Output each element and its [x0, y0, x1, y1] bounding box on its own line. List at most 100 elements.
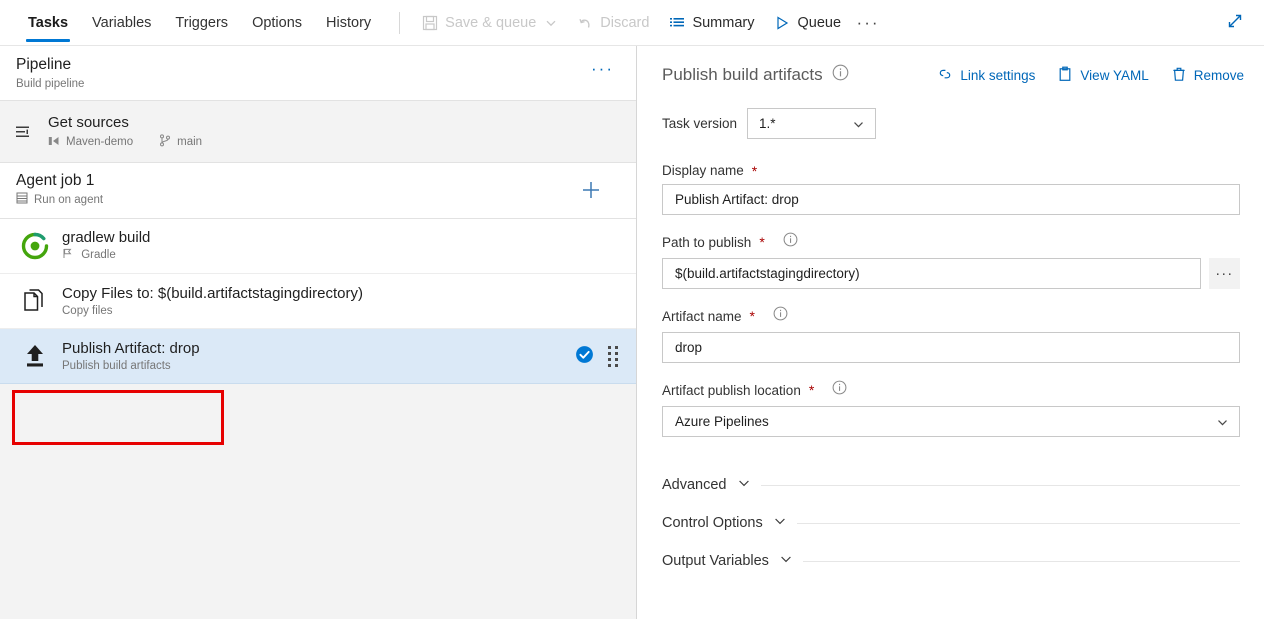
pipeline-editor-window: Tasks Variables Triggers Options History… [0, 0, 1264, 619]
task-settings-header: Publish build artifacts [638, 46, 1264, 94]
add-task-button[interactable] [578, 177, 604, 203]
tab-options[interactable]: Options [240, 0, 314, 46]
field-label: Artifact name [662, 309, 742, 324]
required-asterisk: * [809, 385, 814, 395]
field-display-name: Display name * [662, 163, 1240, 215]
task-title: Publish Artifact: drop [62, 339, 200, 358]
browse-path-button[interactable]: ··· [1209, 258, 1241, 289]
repository-icon [48, 135, 60, 150]
expand-panel-button[interactable] [1220, 8, 1250, 38]
repository-meta: Maven-demo [48, 135, 133, 150]
top-toolbar: Tasks Variables Triggers Options History… [0, 0, 1264, 46]
section-output-variables[interactable]: Output Variables [638, 542, 1264, 580]
save-and-queue-button[interactable]: Save & queue [412, 0, 567, 46]
save-disk-icon [422, 15, 438, 31]
path-to-publish-row: ··· [662, 258, 1240, 289]
repository-name: Maven-demo [66, 136, 133, 148]
task-settings-form: Display name * Path to publish * [638, 139, 1264, 437]
pipeline-header[interactable]: Pipeline Build pipeline ··· [0, 46, 636, 101]
agent-job-row[interactable]: Agent job 1 Run on agent [0, 163, 636, 219]
pipeline-overflow-button[interactable]: ··· [591, 62, 614, 76]
task-subtitle: Gradle [81, 249, 116, 261]
drag-handle-icon[interactable] [608, 346, 618, 367]
field-label-row: Display name * [662, 163, 1240, 178]
required-asterisk: * [750, 311, 755, 321]
tab-tasks[interactable]: Tasks [16, 0, 80, 46]
task-body: gradlew build Gradle [62, 228, 150, 264]
agent-server-icon [16, 192, 28, 207]
tab-history-label: History [326, 15, 371, 31]
section-output-variables-label: Output Variables [662, 553, 769, 569]
path-to-publish-input[interactable] [662, 258, 1201, 289]
task-version-value: 1.* [759, 116, 776, 131]
pipeline-subtitle: Build pipeline [16, 76, 636, 92]
info-icon[interactable] [832, 64, 849, 86]
link-settings-button[interactable]: Link settings [937, 66, 1035, 85]
task-title: gradlew build [62, 228, 150, 247]
gradle-flag-icon [62, 248, 73, 264]
task-version-row: Task version 1.* [638, 94, 1264, 139]
chevron-down-icon [737, 476, 751, 495]
branch-icon [159, 134, 171, 150]
chevron-down-icon [773, 514, 787, 533]
remove-button[interactable]: Remove [1171, 66, 1244, 85]
info-icon[interactable] [832, 380, 847, 400]
task-row[interactable]: Copy Files to: $(build.artifactstagingdi… [0, 274, 636, 329]
tab-options-label: Options [252, 15, 302, 31]
view-yaml-label: View YAML [1080, 68, 1148, 83]
discard-button[interactable]: Discard [567, 0, 659, 46]
remove-label: Remove [1194, 68, 1244, 83]
toolbar-overflow-button[interactable]: ··· [851, 0, 885, 46]
field-label-row: Path to publish * [662, 232, 1240, 252]
annotation-highlight-box [12, 390, 224, 445]
field-label: Display name [662, 163, 744, 178]
gradle-icon [18, 229, 52, 263]
display-name-input[interactable] [662, 184, 1240, 215]
task-valid-check-icon [575, 345, 594, 369]
summary-button[interactable]: Summary [659, 0, 764, 46]
chevron-down-icon [852, 118, 865, 134]
section-divider [761, 485, 1241, 486]
field-label: Path to publish [662, 235, 751, 250]
link-settings-label: Link settings [960, 68, 1035, 83]
task-title: Copy Files to: $(build.artifactstagingdi… [62, 284, 363, 303]
task-version-select[interactable]: 1.* [747, 108, 876, 139]
save-and-queue-label: Save & queue [445, 15, 536, 31]
task-version-label: Task version [662, 116, 737, 131]
chevron-down-icon [779, 552, 793, 571]
field-label-row: Artifact publish location * [662, 380, 1240, 400]
tab-variables[interactable]: Variables [80, 0, 163, 46]
expand-diagonal-icon [1225, 11, 1245, 36]
info-icon[interactable] [773, 306, 788, 326]
get-sources-meta: Maven-demo main [48, 134, 202, 150]
task-body: Publish Artifact: drop Publish build art… [62, 339, 200, 374]
branch-name: main [177, 136, 202, 148]
section-control-options[interactable]: Control Options [638, 504, 1264, 542]
get-sources-icon [14, 122, 40, 142]
link-icon [937, 66, 953, 85]
artifact-name-input[interactable] [662, 332, 1240, 363]
info-icon[interactable] [783, 232, 798, 252]
get-sources-body: Get sources Maven-demo [48, 113, 202, 150]
task-settings-title: Publish build artifacts [662, 65, 823, 85]
field-artifact-publish-location: Artifact publish location * Azure Pipeli… [662, 380, 1240, 437]
get-sources-row[interactable]: Get sources Maven-demo [0, 101, 636, 163]
task-row-actions [575, 329, 618, 384]
summary-list-icon [669, 15, 685, 31]
queue-button[interactable]: Queue [764, 0, 851, 46]
section-divider [797, 523, 1240, 524]
view-yaml-button[interactable]: View YAML [1057, 66, 1148, 85]
section-advanced[interactable]: Advanced [638, 466, 1264, 504]
clipboard-icon [1057, 66, 1073, 85]
chevron-down-icon [1216, 416, 1229, 432]
section-advanced-label: Advanced [662, 477, 727, 493]
artifact-publish-location-select[interactable]: Azure Pipelines [662, 406, 1240, 437]
tab-triggers[interactable]: Triggers [163, 0, 240, 46]
agent-job-subtitle-row: Run on agent [16, 192, 636, 207]
pipeline-title: Pipeline [16, 55, 636, 75]
task-body: Copy Files to: $(build.artifactstagingdi… [62, 284, 363, 319]
field-label-row: Artifact name * [662, 306, 1240, 326]
tab-history[interactable]: History [314, 0, 383, 46]
task-row-publish-artifact[interactable]: Publish Artifact: drop Publish build art… [0, 329, 636, 384]
task-row[interactable]: gradlew build Gradle [0, 219, 636, 274]
